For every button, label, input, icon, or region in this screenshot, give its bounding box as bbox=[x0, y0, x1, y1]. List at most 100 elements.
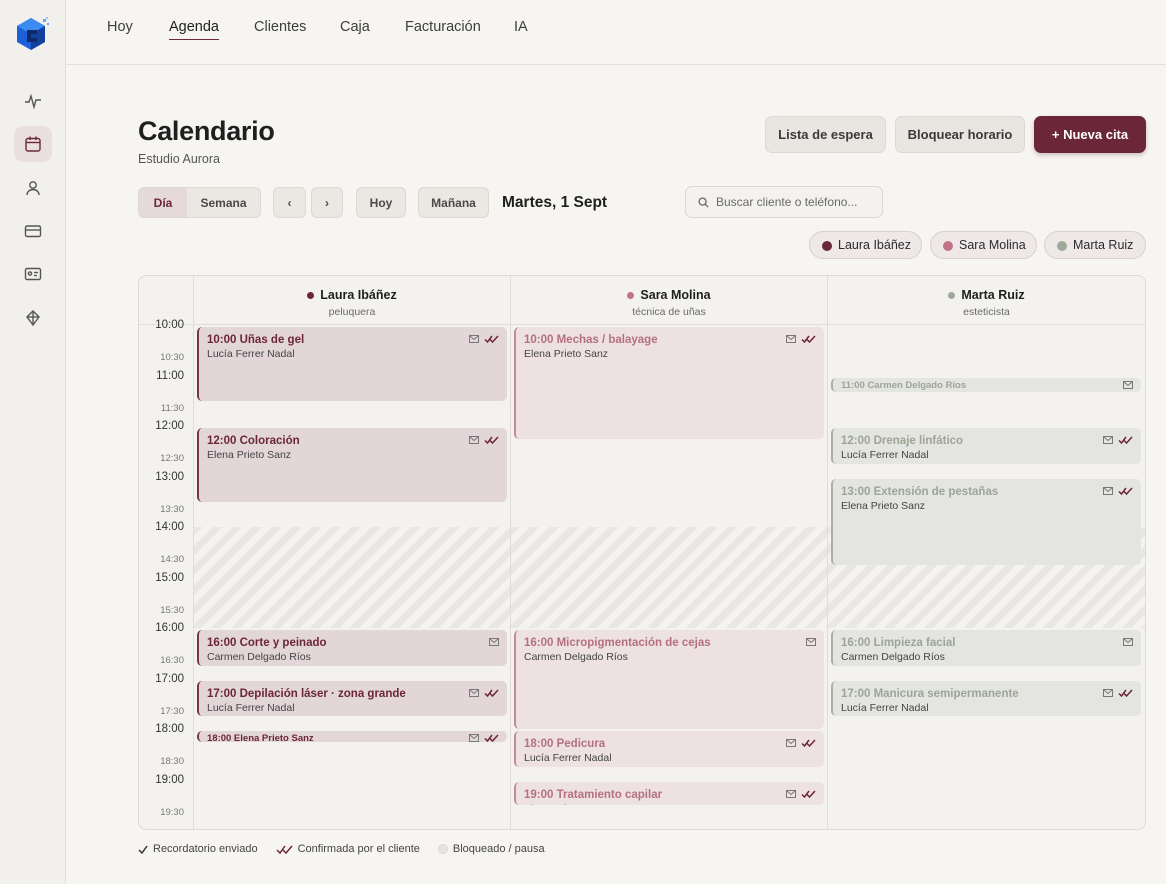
tomorrow-button[interactable]: Mañana bbox=[418, 187, 489, 218]
time-label: 13:00 bbox=[155, 470, 184, 483]
appointment-card[interactable]: 16:00 Micropigmentación de cejas Carmen D… bbox=[514, 630, 824, 729]
envelope-icon bbox=[786, 335, 796, 343]
appointment-card[interactable]: 17:00 Manicura semipermanente Lucía Ferre… bbox=[831, 680, 1141, 717]
envelope-icon bbox=[469, 335, 479, 343]
appointment-client: Lucía Ferrer Nadal bbox=[841, 449, 929, 461]
time-label: 10:30 bbox=[160, 352, 184, 364]
appointment-client: Elena Prieto Sanz bbox=[524, 803, 824, 805]
envelope-icon bbox=[469, 688, 479, 697]
appointment-client: Elena Prieto Sanz bbox=[207, 449, 292, 461]
double-check-icon bbox=[1118, 436, 1133, 444]
top-navigation: Hoy Agenda Clientes Caja Facturación IA bbox=[66, 0, 1166, 65]
tab-facturacion[interactable]: Facturación bbox=[405, 19, 481, 39]
time-label: 14:30 bbox=[160, 554, 184, 566]
filter-chip-sara[interactable]: Sara Molina bbox=[930, 231, 1037, 259]
rail-clients-button[interactable] bbox=[14, 170, 52, 206]
appointment-client: Lucía Ferrer Nadal bbox=[841, 701, 929, 714]
app-logo[interactable] bbox=[15, 16, 51, 52]
double-check-icon bbox=[1118, 688, 1133, 697]
time-label: 15:00 bbox=[155, 571, 184, 584]
search-box bbox=[685, 186, 883, 218]
user-icon bbox=[26, 181, 40, 196]
appointment-status-icons bbox=[786, 335, 816, 343]
filter-chip-laura[interactable]: Laura Ibáñez bbox=[809, 231, 922, 259]
new-appointment-button[interactable]: + Nueva cita bbox=[1034, 116, 1146, 153]
appointment-card[interactable]: 17:00 Depilación láser · zona grande Lucí… bbox=[197, 680, 507, 717]
search-input[interactable] bbox=[716, 195, 876, 209]
filter-chip-marta[interactable]: Marta Ruiz bbox=[1044, 231, 1146, 259]
waitlist-button[interactable]: Lista de espera bbox=[765, 116, 886, 153]
appointment-card[interactable]: 18:00 Elena Prieto Sanz bbox=[197, 731, 507, 742]
rail-calendar-button[interactable] bbox=[14, 126, 52, 162]
appointment-card[interactable]: 16:00 Corte y peinado Carmen Delgado Ríos bbox=[197, 630, 507, 666]
time-label: 15:30 bbox=[160, 604, 184, 616]
appointment-title: 17:00 Manicura semipermanente bbox=[841, 687, 1019, 700]
prev-day-button[interactable]: ‹ bbox=[273, 187, 306, 218]
view-day-button[interactable]: Día bbox=[139, 188, 187, 217]
legend: Recordatorio enviado Confirmada por el c… bbox=[138, 843, 545, 855]
time-label: 18:30 bbox=[160, 756, 184, 768]
double-check-icon bbox=[484, 436, 499, 444]
ai-brain-icon bbox=[26, 310, 40, 327]
envelope-icon bbox=[806, 638, 816, 646]
appointment-client: Lucía Ferrer Nadal bbox=[524, 752, 612, 764]
appointment-client: Carmen Delgado Ríos bbox=[841, 651, 945, 663]
appointment-client: Lucía Ferrer Nadal bbox=[207, 348, 295, 360]
staff-color-dot bbox=[948, 291, 956, 299]
envelope-icon bbox=[786, 789, 796, 798]
today-button[interactable]: Hoy bbox=[356, 187, 406, 218]
envelope-icon bbox=[786, 739, 796, 747]
tab-caja[interactable]: Caja bbox=[340, 19, 370, 39]
staff-name: Sara Molina bbox=[640, 288, 711, 302]
next-day-button[interactable]: › bbox=[311, 187, 343, 218]
appointment-client: Carmen Delgado Ríos bbox=[524, 651, 628, 663]
appointment-client: Elena Prieto Sanz bbox=[524, 348, 609, 360]
appointment-card[interactable]: 11:00 Carmen Delgado Ríos bbox=[831, 377, 1141, 393]
rail-activity-button[interactable] bbox=[14, 83, 52, 119]
rail-ai-button[interactable] bbox=[14, 300, 52, 336]
time-label: 10:00 bbox=[155, 319, 184, 331]
time-label: 19:30 bbox=[160, 806, 184, 818]
appointment-card[interactable]: 19:00 Tratamiento capilar Elena Prieto Sa… bbox=[514, 781, 824, 805]
tab-agenda[interactable]: Agenda bbox=[169, 19, 219, 40]
double-check-icon bbox=[484, 335, 499, 343]
staff-column-header-sara: Sara Molina técnica de uñas bbox=[511, 276, 827, 325]
appointment-status-icons bbox=[489, 638, 499, 646]
check-icon bbox=[138, 845, 148, 854]
envelope-icon bbox=[469, 734, 479, 742]
appointment-card[interactable]: 12:00 Coloración Elena Prieto Sanz bbox=[197, 428, 507, 502]
calendar-header: Laura Ibáñez peluquera Sara Molina técni… bbox=[139, 276, 1145, 325]
appointment-card[interactable]: 12:00 Drenaje linfático Lucía Ferrer Nada… bbox=[831, 428, 1141, 464]
double-check-icon bbox=[484, 734, 499, 742]
appointment-status-icons bbox=[806, 638, 816, 646]
envelope-icon bbox=[1103, 486, 1113, 495]
rail-payments-button[interactable] bbox=[14, 213, 52, 249]
appointment-card[interactable]: 10:00 Uñas de gel Lucía Ferrer Nadal bbox=[197, 327, 507, 401]
block-time-button[interactable]: Bloquear horario bbox=[895, 116, 1025, 153]
appointment-title: 16:00 Limpieza facial bbox=[841, 637, 956, 649]
tab-clientes[interactable]: Clientes bbox=[254, 19, 306, 39]
credit-card-icon bbox=[24, 225, 42, 238]
appointment-card[interactable]: 10:00 Mechas / balayage Elena Prieto Sanz bbox=[514, 327, 824, 439]
appointment-status-icons bbox=[786, 789, 816, 798]
view-week-button[interactable]: Semana bbox=[187, 188, 260, 217]
double-check-icon bbox=[276, 845, 293, 854]
appointment-card[interactable]: 18:00 Pedicura Lucía Ferrer Nadal bbox=[514, 731, 824, 767]
double-check-icon bbox=[801, 739, 816, 747]
legend-confirmed: Confirmada por el cliente bbox=[276, 843, 420, 855]
appointment-status-icons bbox=[469, 335, 499, 343]
envelope-icon bbox=[489, 638, 499, 646]
tab-ia[interactable]: IA bbox=[514, 19, 528, 39]
appointment-title: 16:00 Micropigmentación de cejas bbox=[524, 637, 711, 649]
rail-billing-button[interactable] bbox=[14, 256, 52, 292]
staff-color-dot bbox=[943, 241, 953, 251]
sidebar-rail bbox=[0, 0, 66, 884]
appointment-client: Lucía Ferrer Nadal bbox=[207, 701, 295, 714]
legend-reminder: Recordatorio enviado bbox=[138, 843, 258, 855]
appointment-card[interactable]: 13:00 Extensión de pestañas Elena Prieto … bbox=[831, 478, 1141, 565]
appointment-status-icons bbox=[469, 436, 499, 444]
view-toggle: Día Semana bbox=[138, 187, 261, 218]
filter-chip-label: Marta Ruiz bbox=[1073, 238, 1134, 252]
tab-hoy[interactable]: Hoy bbox=[107, 19, 133, 39]
appointment-card[interactable]: 16:00 Limpieza facial Carmen Delgado Ríos bbox=[831, 630, 1141, 666]
